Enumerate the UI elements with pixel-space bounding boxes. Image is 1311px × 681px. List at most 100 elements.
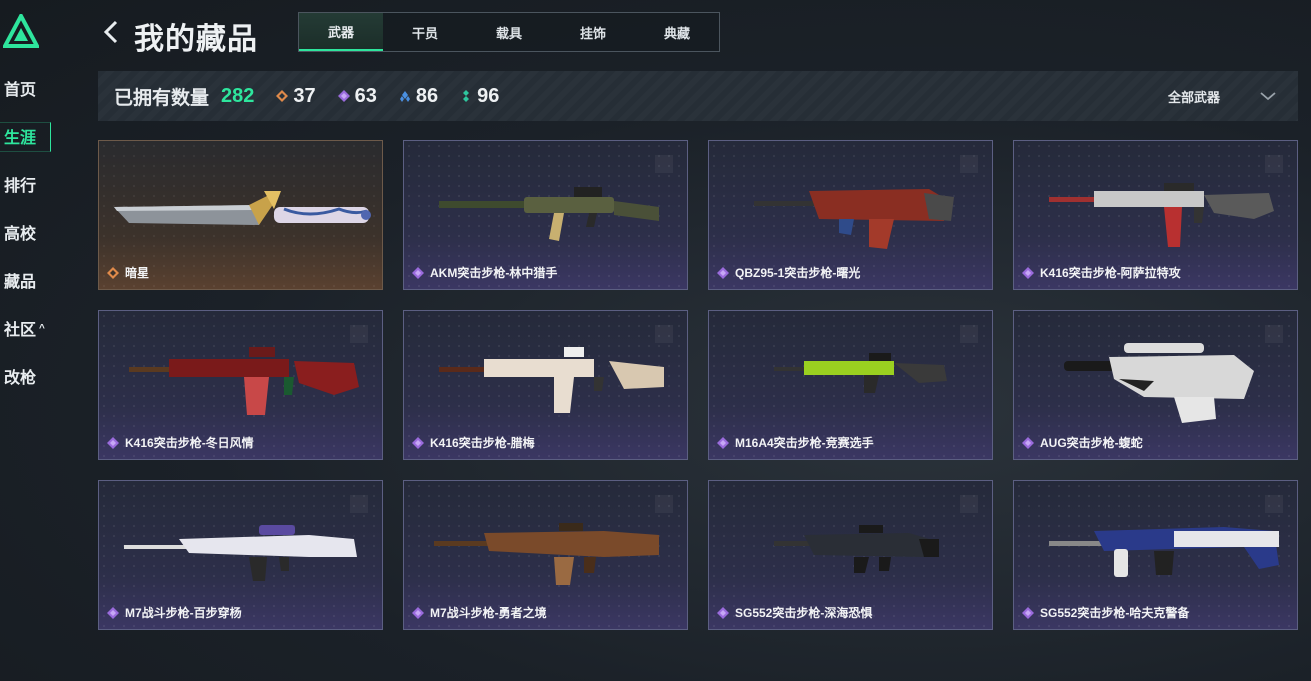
sidebar-item-label: 改枪 xyxy=(4,370,37,387)
tab-collectibles[interactable]: 典藏 xyxy=(635,13,719,51)
chevron-down-icon xyxy=(1260,92,1276,101)
sidebar-item-collection[interactable]: 藏品 xyxy=(4,268,45,292)
weapon-filter-dropdown[interactable]: 全部武器 xyxy=(1168,71,1276,121)
card-name-row: SG552突击步枪-哈夫克警备 xyxy=(1022,604,1189,621)
sidebar-item-label: 排行 xyxy=(4,178,37,195)
purple-diamond-icon xyxy=(1022,606,1034,619)
purple-diamond-icon xyxy=(717,436,729,449)
item-name: 暗星 xyxy=(125,266,150,280)
sidebar-item-label: 生涯 xyxy=(4,130,37,147)
sidebar-item-career[interactable]: 生涯 xyxy=(0,122,51,152)
card-name-row: M7战斗步枪-勇者之境 xyxy=(412,604,547,621)
rifle-image xyxy=(1049,527,1279,577)
rarity-count-value: 96 xyxy=(477,84,500,107)
item-name: K416突击步枪-腊梅 xyxy=(430,436,535,450)
rifle-image xyxy=(439,187,659,241)
card-name-row: SG552突击步枪-深海恐惧 xyxy=(717,604,872,621)
sidebar-nav: 首页 生涯 排行 高校 藏品 社区 ^ 改枪 xyxy=(0,76,51,412)
card-name-row: M16A4突击步枪-竞赛选手 xyxy=(717,434,874,451)
card-name-row: QBZ95-1突击步枪-曙光 xyxy=(717,264,860,281)
collection-card[interactable]: K416突击步枪-腊梅 xyxy=(403,310,688,460)
card-name-row: K416突击步枪-腊梅 xyxy=(412,434,535,451)
rifle-image xyxy=(439,347,664,413)
purple-diamond-icon xyxy=(412,266,424,279)
rifle-image xyxy=(129,347,359,415)
sidebar-item-label: 高校 xyxy=(4,226,37,243)
sidebar-item-community[interactable]: 社区 ^ xyxy=(4,316,45,340)
rifle-image xyxy=(1049,183,1274,247)
rifle-image xyxy=(434,523,659,585)
rifle-image xyxy=(774,353,947,393)
item-name: K416突击步枪-阿萨拉特攻 xyxy=(1040,266,1181,280)
rifle-image xyxy=(774,525,939,573)
item-name: AKM突击步枪-林中猎手 xyxy=(430,266,558,280)
orange-diamond-icon xyxy=(276,90,289,102)
card-name-row: 暗星 xyxy=(107,264,149,281)
collection-card[interactable]: K416突击步枪-阿萨拉特攻 xyxy=(1013,140,1298,290)
owned-count-value: 282 xyxy=(221,84,255,107)
purple-diamond-icon xyxy=(717,266,729,279)
rarity-count-green: 96 xyxy=(460,85,499,108)
item-name: AUG突击步枪-蝮蛇 xyxy=(1040,436,1143,450)
item-name: SG552突击步枪-深海恐惧 xyxy=(735,606,873,620)
rifle-image xyxy=(124,525,357,581)
rarity-count-value: 63 xyxy=(354,84,377,107)
collection-card[interactable]: M16A4突击步枪-竞赛选手 xyxy=(708,310,993,460)
item-name: M16A4突击步枪-竞赛选手 xyxy=(735,436,874,450)
item-name: SG552突击步枪-哈夫克警备 xyxy=(1040,606,1190,620)
collection-card[interactable]: 暗星 xyxy=(98,140,383,290)
purple-diamond-icon xyxy=(1022,436,1034,449)
chevron-up-icon: ^ xyxy=(39,322,45,334)
card-name-row: M7战斗步枪-百步穿杨 xyxy=(107,604,242,621)
collection-card[interactable]: AUG突击步枪-蝮蛇 xyxy=(1013,310,1298,460)
card-name-row: AUG突击步枪-蝮蛇 xyxy=(1022,434,1143,451)
blue-diamond-icon xyxy=(399,91,410,102)
purple-diamond-icon xyxy=(412,606,424,619)
item-name: M7战斗步枪-勇者之境 xyxy=(430,606,547,620)
collection-card[interactable]: SG552突击步枪-深海恐惧 xyxy=(708,480,993,630)
collection-card[interactable]: M7战斗步枪-百步穿杨 xyxy=(98,480,383,630)
rarity-count-purple: 63 xyxy=(337,84,377,108)
purple-diamond-icon xyxy=(717,606,729,619)
card-name-row: K416突击步枪-阿萨拉特攻 xyxy=(1022,264,1181,281)
category-tabs: 武器 干员 载具 挂饰 典藏 xyxy=(298,12,720,52)
tab-operators[interactable]: 干员 xyxy=(383,13,467,51)
rifle-image xyxy=(1064,343,1254,423)
sidebar-item-ranking[interactable]: 排行 xyxy=(4,172,45,196)
knife-image xyxy=(114,191,371,225)
sidebar-item-home[interactable]: 首页 xyxy=(4,76,45,100)
sidebar-item-label: 社区 xyxy=(4,322,37,339)
rarity-count-blue: 86 xyxy=(399,85,438,108)
purple-diamond-icon xyxy=(107,436,119,449)
sidebar-item-label: 藏品 xyxy=(4,274,37,291)
collection-card[interactable]: SG552突击步枪-哈夫克警备 xyxy=(1013,480,1298,630)
rarity-count-value: 86 xyxy=(415,84,439,107)
tab-weapons[interactable]: 武器 xyxy=(299,13,383,51)
orange-diamond-icon xyxy=(107,266,119,279)
page-title: 我的藏品 xyxy=(134,23,258,56)
green-diamond-icon xyxy=(463,90,470,102)
item-name: M7战斗步枪-百步穿杨 xyxy=(125,606,242,620)
rarity-count-value: 37 xyxy=(293,84,316,107)
app-logo-icon[interactable] xyxy=(3,14,39,48)
back-arrow-icon[interactable] xyxy=(100,18,122,46)
sidebar-item-university[interactable]: 高校 xyxy=(4,220,45,244)
collection-card[interactable]: M7战斗步枪-勇者之境 xyxy=(403,480,688,630)
purple-diamond-icon xyxy=(337,90,350,102)
item-name: K416突击步枪-冬日风情 xyxy=(125,436,254,450)
purple-diamond-icon xyxy=(107,606,119,619)
owned-count-label: 已拥有数量 xyxy=(114,87,210,109)
collection-card[interactable]: AKM突击步枪-林中猎手 xyxy=(403,140,688,290)
tab-charms[interactable]: 挂饰 xyxy=(551,13,635,51)
weapon-filter-label: 全部武器 xyxy=(1167,89,1220,105)
sidebar: 首页 生涯 排行 高校 藏品 社区 ^ 改枪 xyxy=(0,0,60,681)
tab-vehicles[interactable]: 载具 xyxy=(467,13,551,51)
sidebar-item-gunsmith[interactable]: 改枪 xyxy=(4,364,45,388)
collection-card[interactable]: K416突击步枪-冬日风情 xyxy=(98,310,383,460)
collection-card[interactable]: QBZ95-1突击步枪-曙光 xyxy=(708,140,993,290)
purple-diamond-icon xyxy=(412,436,424,449)
sidebar-item-label: 首页 xyxy=(4,82,37,99)
rifle-image xyxy=(754,189,954,249)
rarity-count-orange: 37 xyxy=(276,84,316,108)
item-name: QBZ95-1突击步枪-曙光 xyxy=(735,266,861,280)
